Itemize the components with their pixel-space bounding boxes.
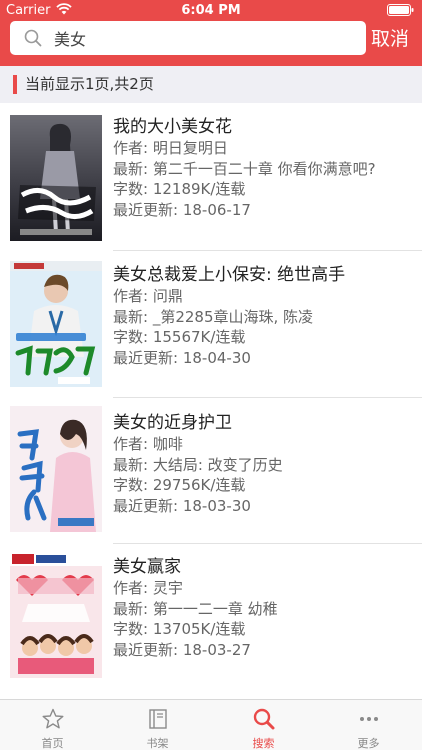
book-info: 美女赢家 作者: 灵宇 最新: 第一一二一章 幼稚 字数: 13705K/连载 … — [113, 556, 418, 660]
book-author: 作者: 问鼎 — [113, 287, 183, 305]
search-input[interactable] — [54, 21, 354, 55]
tab-label: 首页 — [41, 737, 64, 750]
tab-bookshelf[interactable]: 书架 — [105, 700, 210, 750]
book-latest-chapter: 最新: 第一一二一章 幼稚 — [113, 599, 278, 618]
book-item[interactable]: 美女的近身护卫 作者: 咖啡 最新: 大结局: 改变了历史 字数: 29756K… — [0, 398, 422, 544]
book-word-count: 字数: 13705K/连载 — [113, 620, 246, 638]
book-updated: 最近更新: 18-03-27 — [113, 640, 251, 659]
book-cover — [10, 115, 102, 241]
search-icon — [253, 708, 275, 730]
book-info: 我的大小美女花 作者: 明日复明日 最新: 第二千一百二十章 你看你满意吧? 字… — [113, 116, 418, 220]
book-author: 作者: 咖啡 — [113, 435, 183, 453]
cancel-button[interactable]: 取消 — [368, 24, 412, 54]
book-item[interactable]: 美女赢家 作者: 灵宇 最新: 第一一二一章 幼稚 字数: 13705K/连载 … — [0, 544, 422, 689]
battery-icon — [387, 4, 414, 16]
page-info-text: 当前显示1页,共2页 — [25, 75, 154, 93]
book-updated: 最近更新: 18-03-30 — [113, 496, 251, 515]
book-latest-chapter: 最新: 大结局: 改变了历史 — [113, 455, 283, 474]
book-word-count: 字数: 12189K/连载 — [113, 180, 246, 198]
page-info-accent-bar — [13, 75, 17, 94]
book-author: 作者: 明日复明日 — [113, 139, 228, 157]
book-word-count: 字数: 15567K/连载 — [113, 328, 246, 346]
book-cover — [10, 261, 102, 387]
book-updated: 最近更新: 18-04-30 — [113, 348, 251, 367]
tab-bar: 首页 书架 搜索 更多 — [0, 699, 422, 750]
book-info: 美女总裁爱上小保安: 绝世高手 作者: 问鼎 最新: _第2285章山海珠, 陈… — [113, 264, 418, 368]
book-author: 作者: 灵宇 — [113, 579, 183, 597]
book-title: 美女的近身护卫 — [113, 413, 232, 433]
book-latest-chapter: 最新: 第二千一百二十章 你看你满意吧? — [113, 159, 376, 178]
status-bar: Carrier 6:04 PM — [0, 0, 422, 20]
tab-label: 更多 — [357, 737, 380, 750]
book-cover — [10, 552, 102, 678]
book-title: 我的大小美女花 — [113, 117, 232, 137]
search-box[interactable] — [10, 21, 366, 55]
search-icon — [24, 29, 42, 47]
book-item[interactable]: 美女总裁爱上小保安: 绝世高手 作者: 问鼎 最新: _第2285章山海珠, 陈… — [0, 251, 422, 398]
book-updated: 最近更新: 18-06-17 — [113, 200, 251, 219]
book-cover — [10, 406, 102, 532]
status-time: 6:04 PM — [181, 3, 241, 18]
page-info-banner: 当前显示1页,共2页 — [0, 66, 422, 103]
book-latest-chapter: 最新: _第2285章山海珠, 陈凌 — [113, 307, 314, 326]
book-word-count: 字数: 29756K/连载 — [113, 476, 246, 494]
book-list: 我的大小美女花 作者: 明日复明日 最新: 第二千一百二十章 你看你满意吧? 字… — [0, 103, 422, 699]
tab-label: 搜索 — [252, 737, 275, 750]
book-title: 美女赢家 — [113, 557, 181, 577]
more-icon — [360, 717, 378, 721]
book-title: 美女总裁爱上小保安: 绝世高手 — [113, 265, 346, 285]
book-item[interactable]: 我的大小美女花 作者: 明日复明日 最新: 第二千一百二十章 你看你满意吧? 字… — [0, 103, 422, 251]
tab-more[interactable]: 更多 — [316, 700, 421, 750]
tab-label: 书架 — [146, 737, 169, 750]
book-info: 美女的近身护卫 作者: 咖啡 最新: 大结局: 改变了历史 字数: 29756K… — [113, 412, 418, 516]
tab-search[interactable]: 搜索 — [211, 700, 316, 750]
header: Carrier 6:04 PM 取消 — [0, 0, 422, 66]
tab-home[interactable]: 首页 — [0, 700, 105, 750]
star-icon — [42, 708, 64, 729]
bookshelf-icon — [149, 709, 167, 729]
